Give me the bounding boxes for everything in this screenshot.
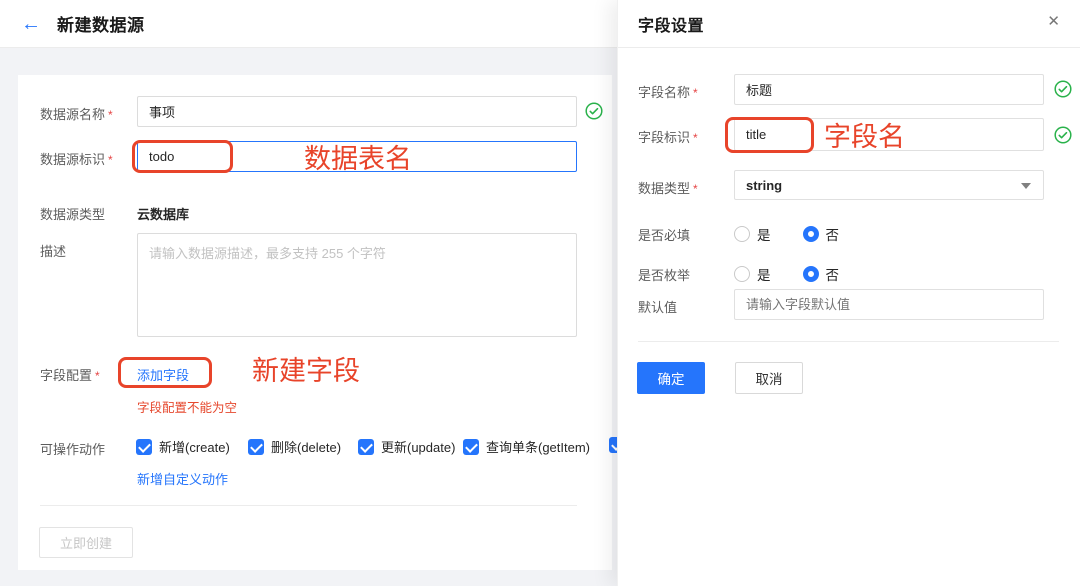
radio-selected-icon[interactable] bbox=[802, 226, 819, 242]
required-asterisk: * bbox=[693, 131, 698, 145]
required-asterisk: * bbox=[108, 108, 113, 122]
fields-config-label: 字段配置 * bbox=[40, 368, 100, 383]
is-required-radio-group: 是 否 bbox=[734, 224, 839, 244]
field-name-label: 字段名称 * bbox=[638, 85, 698, 100]
valid-check-icon bbox=[1054, 126, 1072, 144]
checkbox-checked-icon[interactable] bbox=[248, 438, 264, 455]
description-textarea[interactable] bbox=[137, 233, 577, 337]
drawer-title: 字段设置 bbox=[638, 17, 705, 35]
close-icon[interactable]: ✕ bbox=[1047, 14, 1060, 29]
valid-check-icon bbox=[1054, 80, 1072, 98]
required-asterisk: * bbox=[95, 369, 100, 383]
default-value-label: 默认值 bbox=[638, 300, 678, 315]
field-id-input[interactable] bbox=[734, 118, 1044, 151]
datasource-type-value: 云数据库 bbox=[137, 207, 190, 222]
datasource-page: ← 新建数据源 数据源名称* 数据源标识* 数据源类型 云数据库 描述 bbox=[0, 0, 625, 586]
page-header: ← 新建数据源 bbox=[0, 0, 617, 48]
description-label: 描述 bbox=[40, 244, 67, 259]
data-type-label: 数据类型 * bbox=[638, 181, 698, 196]
is-enum-label: 是否枚举 bbox=[638, 268, 691, 283]
required-asterisk: * bbox=[108, 153, 113, 167]
drawer-divider bbox=[638, 341, 1059, 342]
valid-check-icon bbox=[585, 102, 603, 120]
create-now-button[interactable]: 立即创建 bbox=[39, 527, 133, 558]
datasource-id-label: 数据源标识 * bbox=[40, 152, 113, 167]
datasource-type-label: 数据源类型 bbox=[40, 207, 106, 222]
action-checkbox-getitem[interactable]: 查询单条(getItem) bbox=[463, 437, 590, 456]
datasource-name-input[interactable] bbox=[137, 96, 577, 127]
app-window: ← 新建数据源 数据源名称* 数据源标识* 数据源类型 云数据库 描述 bbox=[0, 0, 1080, 586]
datasource-name-label: 数据源名称 * bbox=[40, 107, 113, 122]
add-custom-action-link[interactable]: 新增自定义动作 bbox=[137, 469, 228, 488]
field-name-input[interactable] bbox=[734, 74, 1044, 105]
add-field-link[interactable]: 添加字段 bbox=[137, 365, 189, 384]
page-title: 新建数据源 bbox=[57, 16, 145, 35]
datasource-form-card: 数据源名称* 数据源标识* 数据源类型 云数据库 描述 字段配置* 添加字段 bbox=[18, 75, 625, 570]
data-type-select[interactable]: string bbox=[734, 170, 1044, 200]
required-asterisk: * bbox=[693, 86, 698, 100]
is-required-label: 是否必填 bbox=[638, 228, 691, 243]
confirm-button[interactable]: 确定 bbox=[637, 362, 705, 394]
back-icon[interactable]: ← bbox=[21, 14, 41, 34]
field-settings-drawer: 字段设置 ✕ 字段名称* 字段标识* 数据类型* string bbox=[617, 0, 1080, 586]
is-enum-radio-group: 是 否 bbox=[734, 264, 839, 284]
checkbox-checked-icon[interactable] bbox=[358, 438, 374, 455]
checkbox-checked-icon[interactable] bbox=[463, 438, 479, 455]
default-value-input[interactable] bbox=[734, 289, 1044, 320]
radio-unselected-icon[interactable] bbox=[734, 226, 750, 242]
action-checkbox-update[interactable]: 更新(update) bbox=[358, 437, 455, 456]
chevron-down-icon bbox=[1021, 183, 1031, 189]
datasource-id-input[interactable] bbox=[137, 141, 577, 172]
checkbox-checked-icon[interactable] bbox=[136, 438, 152, 455]
drawer-header: 字段设置 ✕ bbox=[618, 0, 1080, 48]
actions-label: 可操作动作 bbox=[40, 442, 106, 457]
action-checkbox-delete[interactable]: 删除(delete) bbox=[248, 437, 341, 456]
cancel-button[interactable]: 取消 bbox=[735, 362, 803, 394]
field-id-label: 字段标识 * bbox=[638, 130, 698, 145]
form-divider bbox=[40, 505, 577, 506]
action-checkbox-create[interactable]: 新增(create) bbox=[136, 437, 230, 456]
radio-selected-icon[interactable] bbox=[802, 266, 819, 282]
required-asterisk: * bbox=[693, 182, 698, 196]
data-type-value: string bbox=[746, 177, 783, 193]
fields-config-error: 字段配置不能为空 bbox=[137, 401, 238, 415]
radio-unselected-icon[interactable] bbox=[734, 266, 750, 282]
